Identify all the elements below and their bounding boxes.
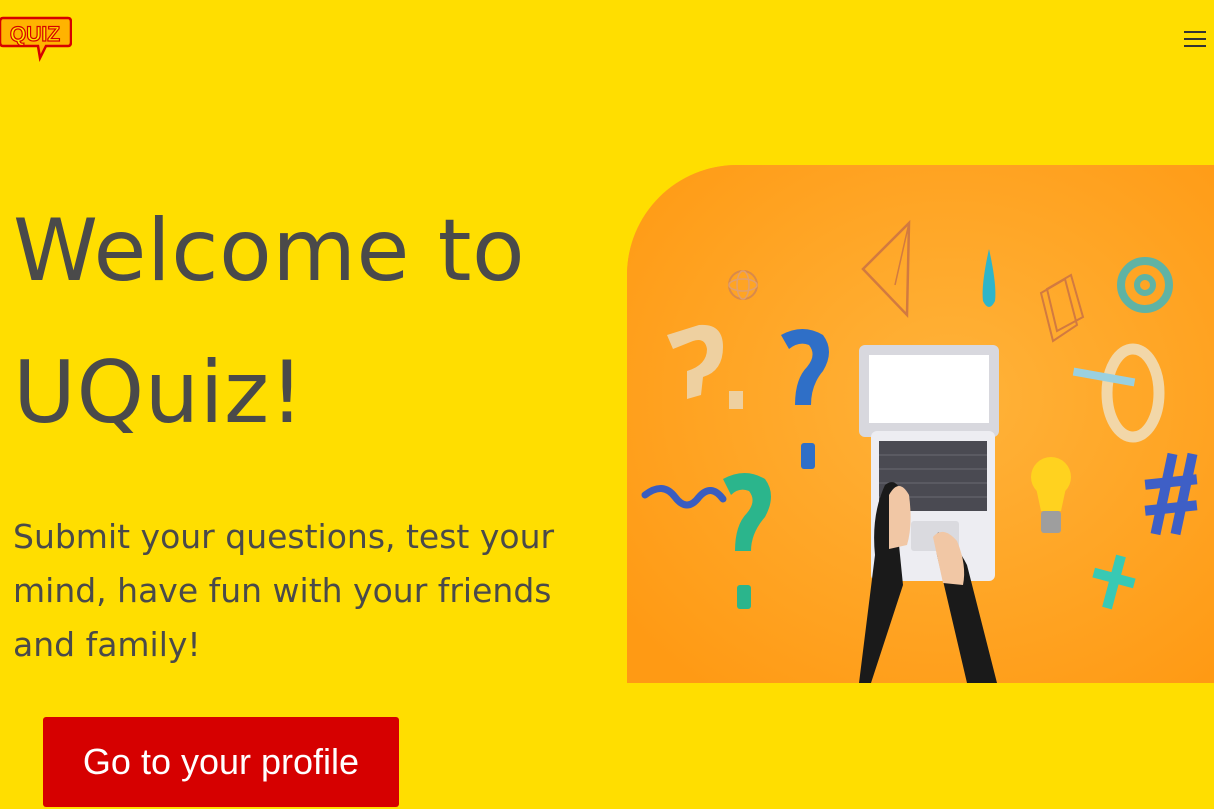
logo[interactable]: QUIZ: [0, 14, 73, 62]
hero-headline: Welcome to UQuiz!: [13, 201, 526, 443]
logo-icon: QUIZ: [0, 16, 73, 62]
go-to-profile-button[interactable]: Go to your profile: [43, 717, 399, 807]
logo-text: QUIZ: [10, 23, 60, 46]
menu-button[interactable]: [1180, 26, 1210, 52]
menu-line: [1184, 31, 1206, 33]
laptop-quiz-illustration-icon: [627, 165, 1214, 683]
hero-tagline: Submit your questions, test your mind, h…: [13, 517, 555, 664]
hero-image: [627, 165, 1214, 683]
menu-line: [1184, 38, 1206, 40]
menu-line: [1184, 45, 1206, 47]
